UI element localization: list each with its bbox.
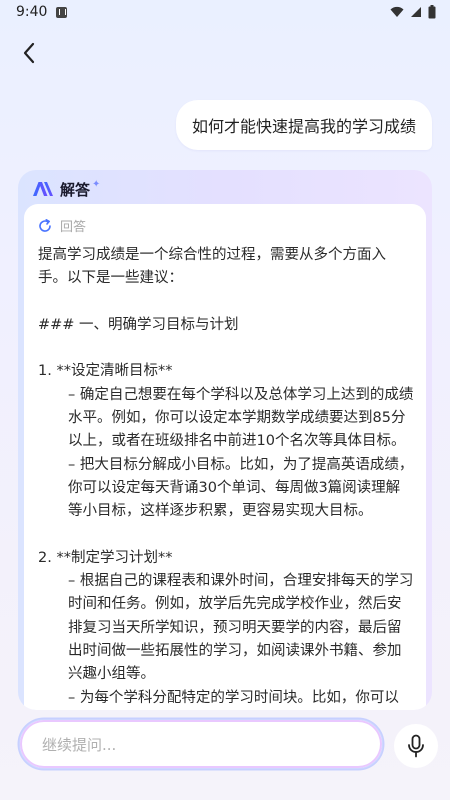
answer-body: 提高学习成绩是一个综合性的过程，需要从多个方面入手。以下是一些建议： ### 一、… — [38, 244, 414, 710]
signal-icon — [411, 7, 421, 17]
answer-paragraph: – 根据自己的课程表和课外时间，合理安排每天的学习时间和任务。例如，放学后先完成… — [68, 573, 414, 683]
status-time: 9:40 — [16, 4, 48, 20]
status-icons — [390, 5, 436, 19]
answer-paragraph: 提高学习成绩是一个综合性的过程，需要从多个方面入手。以下是一些建议： — [38, 247, 386, 287]
wifi-icon — [390, 6, 404, 17]
user-question-bubble: 如何才能快速提高我的学习成绩 — [175, 100, 432, 150]
answer-blank-line — [38, 337, 414, 360]
sparkle-icon: ✦ — [92, 178, 101, 190]
microphone-icon — [408, 734, 424, 758]
answer-blank-line — [38, 291, 414, 314]
microphone-button[interactable] — [394, 724, 438, 768]
answer-header: 解答 ✦ — [32, 178, 100, 200]
back-arrow-icon — [23, 42, 35, 64]
follow-up-input-container[interactable] — [19, 719, 383, 770]
follow-up-input[interactable] — [40, 720, 364, 770]
answer-blank-line — [38, 524, 414, 547]
refresh-icon — [39, 218, 51, 232]
battery-icon — [428, 5, 436, 19]
answer-card: 解答 ✦ 回答 提高学习成绩是一个综合性的过程，需要从多个方面入手。以下是一些建… — [18, 170, 432, 710]
answer-title: 解答 — [60, 180, 91, 199]
reply-label: 回答 — [60, 220, 87, 235]
answer-paragraph: – 确定自己想要在每个学科以及总体学习上达到的成绩水平。例如，你可以设定本学期数… — [68, 386, 414, 450]
status-bar: 9:40 — [0, 0, 450, 26]
answer-paragraph: ### 一、明确学习目标与计划 — [38, 316, 239, 333]
reply-tag[interactable]: 回答 — [38, 216, 86, 235]
answer-paragraph: 2. **制定学习计划** — [38, 549, 173, 566]
ai-logo-icon — [33, 182, 53, 196]
answer-paragraph: – 把大目标分解成小目标。比如，为了提高英语成绩，你可以设定每天背诵30个单词、… — [68, 456, 414, 520]
notification-icon — [56, 7, 67, 18]
answer-paragraph: – 为每个学科分配特定的学习时间块。比如，你可以 — [68, 689, 399, 706]
answer-content-panel[interactable]: 回答 提高学习成绩是一个综合性的过程，需要从多个方面入手。以下是一些建议： ###… — [24, 204, 426, 710]
back-button[interactable] — [14, 38, 44, 68]
answer-paragraph: 1. **设定清晰目标** — [38, 363, 173, 380]
